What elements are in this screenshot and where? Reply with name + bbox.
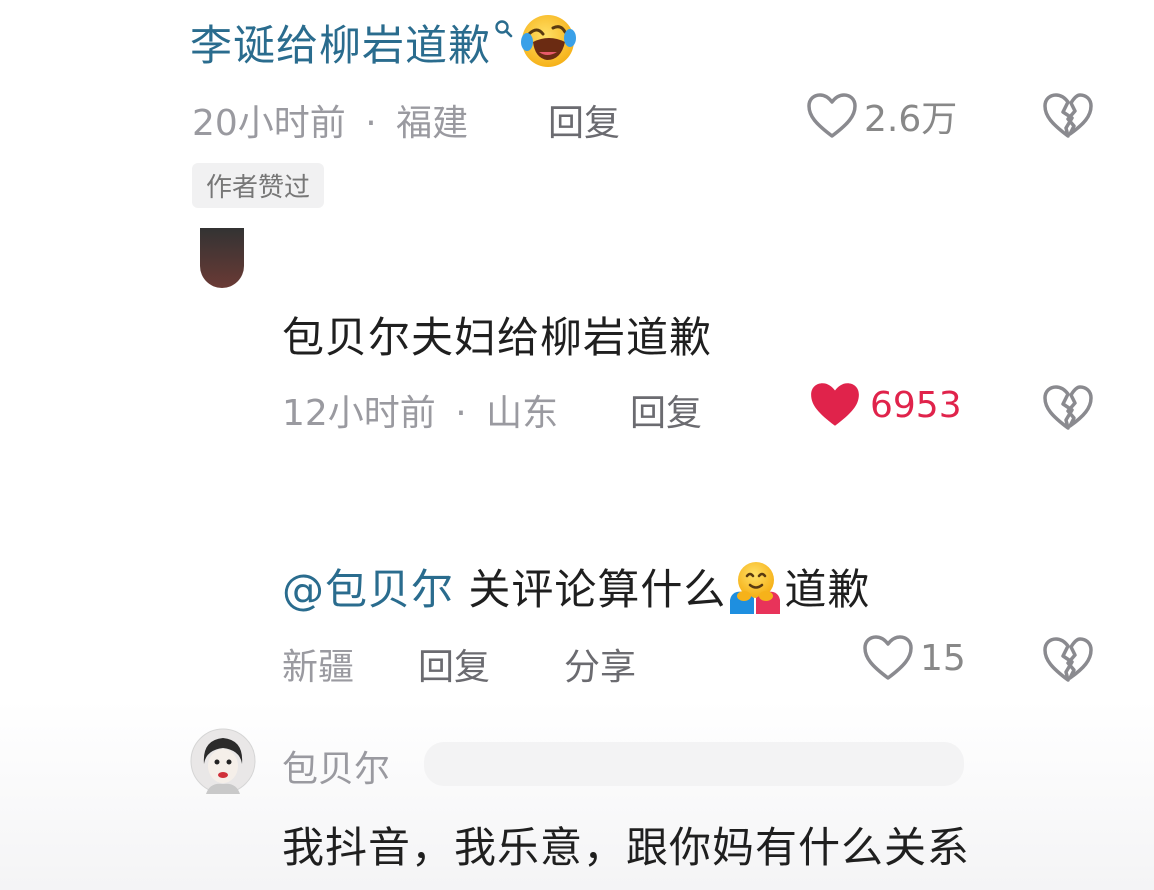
reply-1-like-count: 6953	[870, 384, 962, 426]
reply-1-location: 山东	[486, 393, 559, 434]
reply-3-text: 我抖音，我乐意，跟你妈有什么关系	[282, 823, 971, 872]
reply-1-like-button[interactable]: 6953	[808, 380, 962, 430]
comment-top-reply-button[interactable]: 回复	[548, 94, 620, 146]
avatar[interactable]	[190, 728, 256, 794]
hugging-face-icon	[730, 562, 781, 614]
rolling-laughing-face-icon	[521, 15, 577, 67]
comment-top-like-count: 2.6万	[864, 99, 958, 140]
reply-1-meta: 12小时前 · 山东	[282, 384, 558, 436]
comment-top-location: 福建	[396, 103, 469, 144]
comment-top-time: 20小时前	[192, 103, 346, 144]
reply-2-like-button[interactable]: 15	[862, 634, 966, 682]
heart-filled-icon	[811, 383, 859, 426]
comment-top-link[interactable]: 李诞给柳岩道歉	[190, 21, 491, 70]
reply-2-like-count: 15	[920, 637, 966, 679]
mention-link[interactable]: @包贝尔	[282, 565, 454, 614]
reply-2-reply-button[interactable]: 回复	[418, 638, 490, 690]
reply-1-time: 12小时前	[282, 393, 436, 434]
reply-2-text-part-1: 关评论算什么	[468, 565, 727, 614]
meta-separator: ·	[365, 103, 377, 144]
broken-heart-icon[interactable]	[1042, 636, 1094, 684]
reply-2-text-part-2: 道歉	[784, 565, 871, 614]
author-liked-badge: 作者赞过	[192, 163, 325, 208]
reply-2-location: 新疆	[282, 647, 355, 688]
meta-separator: ·	[455, 393, 467, 434]
reply-2-share-button[interactable]: 分享	[564, 638, 636, 690]
comment-top-like-button[interactable]: 2.6万	[806, 90, 957, 142]
heart-outline-icon	[807, 93, 857, 138]
search-icon[interactable]	[493, 18, 517, 42]
comment-top-text: 李诞给柳岩道歉	[190, 12, 577, 73]
redacted-area	[424, 742, 964, 786]
reply-2-text: @包贝尔 关评论算什么 道歉	[282, 556, 870, 617]
reply-1-reply-button[interactable]: 回复	[630, 384, 702, 436]
comment-top-meta: 20小时前 · 福建	[192, 94, 468, 146]
avatar[interactable]	[200, 228, 244, 288]
reply-1-text: 包贝尔夫妇给柳岩道歉	[282, 313, 713, 362]
reply-3-username[interactable]: 包贝尔	[282, 740, 390, 792]
broken-heart-icon[interactable]	[1042, 384, 1094, 432]
broken-heart-icon[interactable]	[1042, 92, 1094, 140]
heart-outline-icon	[863, 635, 913, 680]
